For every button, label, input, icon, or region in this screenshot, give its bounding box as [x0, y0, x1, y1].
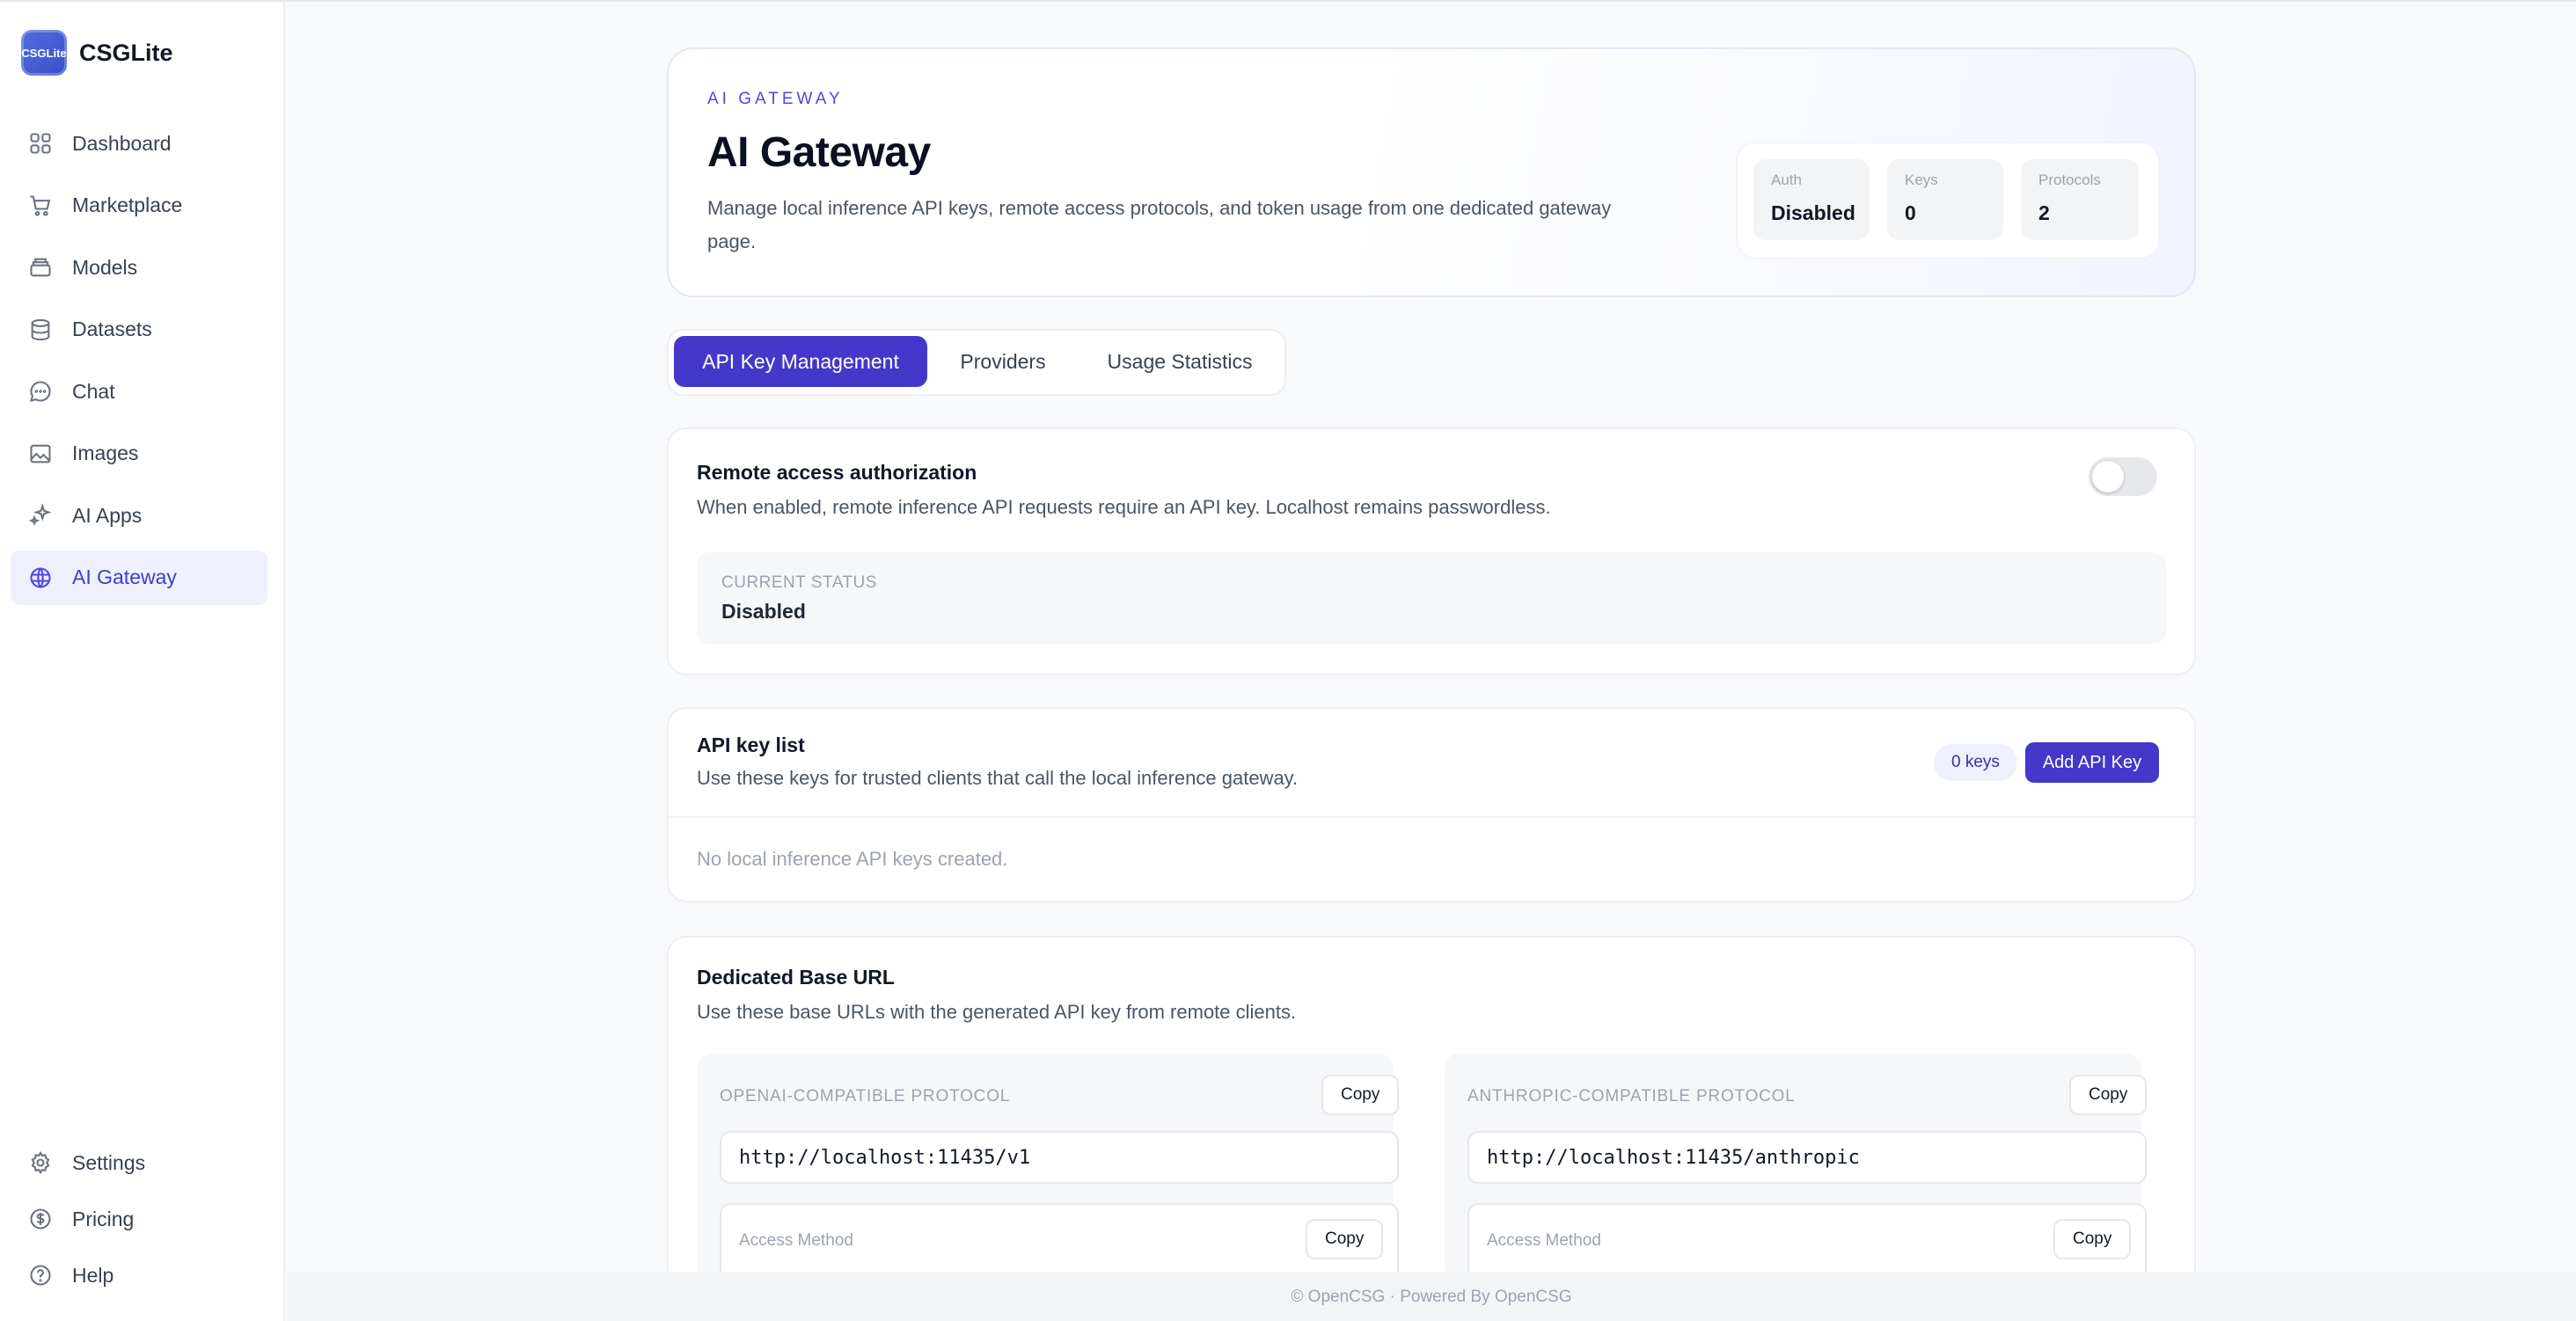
remote-access-title: Remote access authorization — [697, 461, 977, 484]
anthropic-protocol-panel: ANTHROPIC-COMPATIBLE PROTOCOL Copy http:… — [1445, 1054, 2148, 1291]
copy-access-method-button[interactable]: Copy — [2053, 1219, 2132, 1259]
stat-value: 0 — [1905, 201, 1916, 224]
app-name: CSGLite — [79, 39, 173, 66]
stat-value: Disabled — [1771, 201, 1855, 224]
database-icon — [28, 317, 53, 342]
sidebar-item-label: Settings — [72, 1150, 146, 1174]
access-method-label: Access Method — [1487, 1231, 1601, 1250]
toggle-knob — [2092, 461, 2124, 493]
tab-providers[interactable]: Providers — [933, 336, 1073, 387]
tab-api-key-management[interactable]: API Key Management — [674, 336, 927, 387]
base-url-description: Use these base URLs with the generated A… — [697, 1001, 1297, 1023]
sparkles-icon — [28, 503, 53, 528]
add-api-key-button[interactable]: Add API Key — [2025, 742, 2159, 783]
page-title: AI Gateway — [707, 129, 931, 176]
sidebar-item-help[interactable]: Help — [11, 1251, 267, 1300]
sidebar-item-marketplace[interactable]: Marketplace — [11, 179, 267, 233]
sidebar-item-label: Datasets — [72, 317, 152, 340]
protocol-label: ANTHROPIC-COMPATIBLE PROTOCOL — [1467, 1087, 1796, 1106]
api-key-list-card: API key list Use these keys for trusted … — [667, 707, 2196, 902]
empty-state-text: No local inference API keys created. — [697, 848, 1008, 870]
help-circle-icon — [28, 1263, 53, 1288]
status-label: CURRENT STATUS — [721, 573, 877, 592]
sidebar-item-label: Pricing — [72, 1207, 135, 1230]
remote-access-toggle[interactable] — [2089, 457, 2157, 496]
access-method-label: Access Method — [739, 1231, 853, 1250]
status-value: Disabled — [721, 600, 806, 623]
page-description: Manage local inference API keys, remote … — [707, 197, 1612, 252]
gear-icon — [28, 1150, 53, 1175]
protocol-label: OPENAI-COMPATIBLE PROTOCOL — [720, 1087, 1011, 1106]
sidebar-bottom-nav: Settings Pricing Help — [11, 1138, 267, 1307]
openai-protocol-panel: OPENAI-COMPATIBLE PROTOCOL Copy http://l… — [697, 1054, 1400, 1291]
stat-protocols: Protocols 2 — [2021, 159, 2139, 240]
base-url-card: Dedicated Base URL Use these base URLs w… — [667, 936, 2196, 1305]
sidebar-item-label: Chat — [72, 379, 115, 403]
hero-card: AI GATEWAY AI Gateway Manage local infer… — [667, 47, 2196, 297]
chat-bubble-icon — [28, 379, 53, 404]
sidebar-item-chat[interactable]: Chat — [11, 364, 267, 419]
base-url-title: Dedicated Base URL — [697, 966, 895, 989]
copy-url-button[interactable]: Copy — [1321, 1075, 1400, 1115]
sidebar-item-pricing[interactable]: Pricing — [11, 1194, 267, 1244]
grid-icon — [28, 131, 53, 156]
sidebar-item-ai-gateway[interactable]: AI Gateway — [11, 550, 267, 605]
copy-access-method-button[interactable]: Copy — [1306, 1219, 1384, 1259]
base-url-field[interactable]: http://localhost:11435/v1 — [720, 1131, 1399, 1184]
sidebar-item-datasets[interactable]: Datasets — [11, 303, 267, 357]
remote-access-card: Remote access authorization When enabled… — [667, 427, 2196, 675]
tab-bar: API Key Management Providers Usage Stati… — [667, 329, 1286, 396]
main-content: AI GATEWAY AI Gateway Manage local infer… — [287, 2, 2576, 1305]
image-icon — [28, 442, 53, 466]
box-icon — [28, 255, 53, 280]
api-key-list-description: Use these keys for trusted clients that … — [697, 767, 1299, 789]
divider — [669, 816, 2194, 818]
gateway-icon — [28, 566, 53, 590]
stat-label: Keys — [1905, 172, 1938, 188]
sidebar-item-label: Models — [72, 255, 138, 279]
sidebar-item-ai-apps[interactable]: AI Apps — [11, 488, 267, 543]
sidebar-item-label: AI Apps — [72, 503, 143, 527]
footer-bar: © OpenCSG · Powered By OpenCSG — [287, 1272, 2576, 1321]
sidebar-item-label: Help — [72, 1263, 114, 1287]
stat-label: Protocols — [2038, 172, 2101, 188]
stat-keys: Keys 0 — [1887, 159, 2003, 240]
base-url-field[interactable]: http://localhost:11435/anthropic — [1467, 1131, 2147, 1184]
sidebar-item-settings[interactable]: Settings — [11, 1138, 267, 1187]
sidebar-nav: Dashboard Marketplace Models Datasets Ch… — [11, 116, 267, 612]
sidebar-item-dashboard[interactable]: Dashboard — [11, 116, 267, 171]
app-logo: CSGLite — [21, 30, 67, 76]
sidebar-item-models[interactable]: Models — [11, 240, 267, 295]
key-count-badge: 0 keys — [1934, 744, 2017, 781]
remote-access-description: When enabled, remote inference API reque… — [697, 496, 1551, 518]
tab-usage-statistics[interactable]: Usage Statistics — [1080, 336, 1279, 387]
stat-auth: Auth Disabled — [1753, 159, 1870, 240]
sidebar-item-label: Dashboard — [72, 131, 172, 155]
stat-value: 2 — [2038, 201, 2050, 224]
current-status-box: CURRENT STATUS Disabled — [697, 552, 2166, 644]
footer-text: © OpenCSG · Powered By OpenCSG — [1291, 1288, 1572, 1306]
stats-panel: Auth Disabled Keys 0 Protocols 2 — [1737, 142, 2159, 259]
hero-eyebrow: AI GATEWAY — [707, 90, 844, 108]
copy-url-button[interactable]: Copy — [2069, 1075, 2148, 1115]
api-key-list-title: API key list — [697, 733, 805, 756]
sidebar-item-images[interactable]: Images — [11, 427, 267, 481]
stat-label: Auth — [1771, 172, 1802, 188]
brand[interactable]: CSGLite CSGLite — [21, 30, 173, 76]
dollar-circle-icon — [28, 1207, 53, 1231]
sidebar-item-label: Images — [72, 442, 139, 464]
sidebar: CSGLite CSGLite Dashboard Marketplace Mo… — [0, 2, 285, 1321]
cart-icon — [28, 193, 53, 218]
sidebar-item-label: Marketplace — [72, 193, 183, 216]
sidebar-item-label: AI Gateway — [72, 566, 177, 588]
